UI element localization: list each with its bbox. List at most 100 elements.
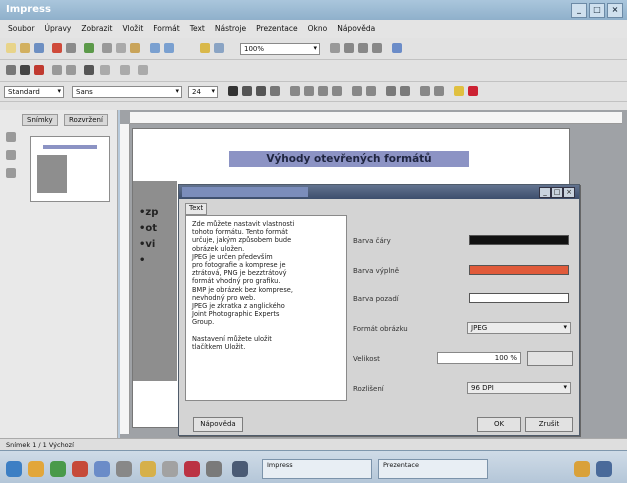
pdf-export-icon[interactable] xyxy=(52,43,62,53)
home-folder-icon[interactable] xyxy=(28,461,44,477)
size-spinner[interactable]: 100 % xyxy=(437,352,521,364)
format-select[interactable]: JPEG xyxy=(467,322,571,334)
arrow-tool-icon[interactable] xyxy=(34,65,44,75)
guides-icon[interactable] xyxy=(372,43,382,53)
line-color-swatch[interactable] xyxy=(469,235,569,245)
help-button[interactable]: Nápověda xyxy=(193,417,243,432)
maximize-button[interactable]: □ xyxy=(589,3,605,18)
chart-icon[interactable] xyxy=(200,43,210,53)
bullet-2[interactable]: •ot xyxy=(139,223,157,234)
italic-icon[interactable] xyxy=(242,86,252,96)
slide-title[interactable]: Výhody otevřených formátů xyxy=(229,151,469,167)
start-menu-icon[interactable] xyxy=(6,461,22,477)
panel-tool-icon-3[interactable] xyxy=(6,168,16,178)
align-center-icon[interactable] xyxy=(304,86,314,96)
size-adjust-button[interactable] xyxy=(527,351,573,366)
rectangle-tool-icon[interactable] xyxy=(52,65,62,75)
menu-item[interactable]: Nástroje xyxy=(215,24,246,34)
copy-icon[interactable] xyxy=(116,43,126,53)
shapes-tool-icon[interactable] xyxy=(138,65,148,75)
highlight-icon[interactable] xyxy=(454,86,464,96)
menu-item[interactable]: Prezentace xyxy=(256,24,298,34)
terminal-icon[interactable] xyxy=(94,461,110,477)
connector-tool-icon[interactable] xyxy=(120,65,130,75)
style-select[interactable]: Standard xyxy=(4,86,64,98)
font-grow-icon[interactable] xyxy=(420,86,430,96)
media-icon[interactable] xyxy=(184,461,200,477)
app-launcher-icon[interactable] xyxy=(116,461,132,477)
underline-icon[interactable] xyxy=(256,86,266,96)
menu-item[interactable]: Soubor xyxy=(8,24,35,34)
office-icon[interactable] xyxy=(140,461,156,477)
table-icon[interactable] xyxy=(214,43,224,53)
indent-increase-icon[interactable] xyxy=(386,86,396,96)
tab-slides[interactable]: Snímky xyxy=(22,114,58,126)
paste-icon[interactable] xyxy=(130,43,140,53)
menu-item[interactable]: Text xyxy=(190,24,205,34)
desktop-icon[interactable] xyxy=(206,461,222,477)
font-size-select[interactable]: 24 xyxy=(188,86,218,98)
dialog-minimize-icon[interactable]: _ xyxy=(539,187,551,198)
line-tool-icon[interactable] xyxy=(20,65,30,75)
menu-item[interactable]: Zobrazit xyxy=(81,24,112,34)
text-tool-icon[interactable] xyxy=(84,65,94,75)
numbering-icon[interactable] xyxy=(366,86,376,96)
open-folder-icon[interactable] xyxy=(20,43,30,53)
dialog-maximize-icon[interactable]: □ xyxy=(551,187,563,198)
resolution-select[interactable]: 96 DPI xyxy=(467,382,571,394)
bold-icon[interactable] xyxy=(228,86,238,96)
font-shrink-icon[interactable] xyxy=(434,86,444,96)
bullet-3[interactable]: •vi xyxy=(139,239,155,250)
bullet-1[interactable]: •zp xyxy=(139,207,158,218)
justify-icon[interactable] xyxy=(332,86,342,96)
curve-tool-icon[interactable] xyxy=(100,65,110,75)
panel-tool-icon[interactable] xyxy=(6,132,16,142)
browser-icon[interactable] xyxy=(50,461,66,477)
tab-layouts[interactable]: Rozvržení xyxy=(64,114,108,126)
navigator-icon[interactable] xyxy=(330,43,340,53)
dialog-close-icon[interactable]: × xyxy=(563,187,575,198)
font-name-select[interactable]: Sans xyxy=(72,86,182,98)
bullets-icon[interactable] xyxy=(352,86,362,96)
tray-icon-1[interactable] xyxy=(574,461,590,477)
files-icon[interactable] xyxy=(162,461,178,477)
spellcheck-icon[interactable] xyxy=(84,43,94,53)
workspace-switcher-icon[interactable] xyxy=(232,461,248,477)
grid-icon[interactable] xyxy=(358,43,368,53)
ok-button[interactable]: OK xyxy=(477,417,521,432)
save-icon[interactable] xyxy=(34,43,44,53)
menu-item[interactable]: Okno xyxy=(308,24,328,34)
slide-thumbnail[interactable] xyxy=(30,136,110,202)
bullet-4[interactable]: • xyxy=(139,255,145,266)
description-textbox[interactable]: Zde můžete nastavit vlastnosti tohoto for… xyxy=(185,215,347,401)
minimize-button[interactable]: _ xyxy=(571,3,587,18)
menu-item[interactable]: Formát xyxy=(153,24,179,34)
align-left-icon[interactable] xyxy=(290,86,300,96)
menu-item[interactable]: Vložit xyxy=(123,24,144,34)
print-icon[interactable] xyxy=(66,43,76,53)
dialog-tab-text[interactable]: Text xyxy=(185,203,208,215)
taskbar-window-presentation[interactable]: Prezentace xyxy=(378,459,488,479)
menu-item[interactable]: Úpravy xyxy=(45,24,72,34)
mail-icon[interactable] xyxy=(72,461,88,477)
panel-tool-icon-2[interactable] xyxy=(6,150,16,160)
tray-icon-2[interactable] xyxy=(596,461,612,477)
align-right-icon[interactable] xyxy=(318,86,328,96)
shadow-icon[interactable] xyxy=(270,86,280,96)
select-arrow-icon[interactable] xyxy=(6,65,16,75)
new-document-icon[interactable] xyxy=(6,43,16,53)
background-color-swatch[interactable] xyxy=(469,293,569,303)
undo-icon[interactable] xyxy=(150,43,160,53)
fill-color-swatch[interactable] xyxy=(469,265,569,275)
ellipse-tool-icon[interactable] xyxy=(66,65,76,75)
font-color-icon[interactable] xyxy=(468,86,478,96)
gallery-icon[interactable] xyxy=(344,43,354,53)
redo-icon[interactable] xyxy=(164,43,174,53)
cut-icon[interactable] xyxy=(102,43,112,53)
menu-item[interactable]: Nápověda xyxy=(337,24,375,34)
taskbar-window-impress[interactable]: Impress xyxy=(262,459,372,479)
close-window-button[interactable]: × xyxy=(607,3,623,18)
zoom-select[interactable]: 100% xyxy=(240,43,320,55)
help-icon[interactable] xyxy=(392,43,402,53)
indent-decrease-icon[interactable] xyxy=(400,86,410,96)
